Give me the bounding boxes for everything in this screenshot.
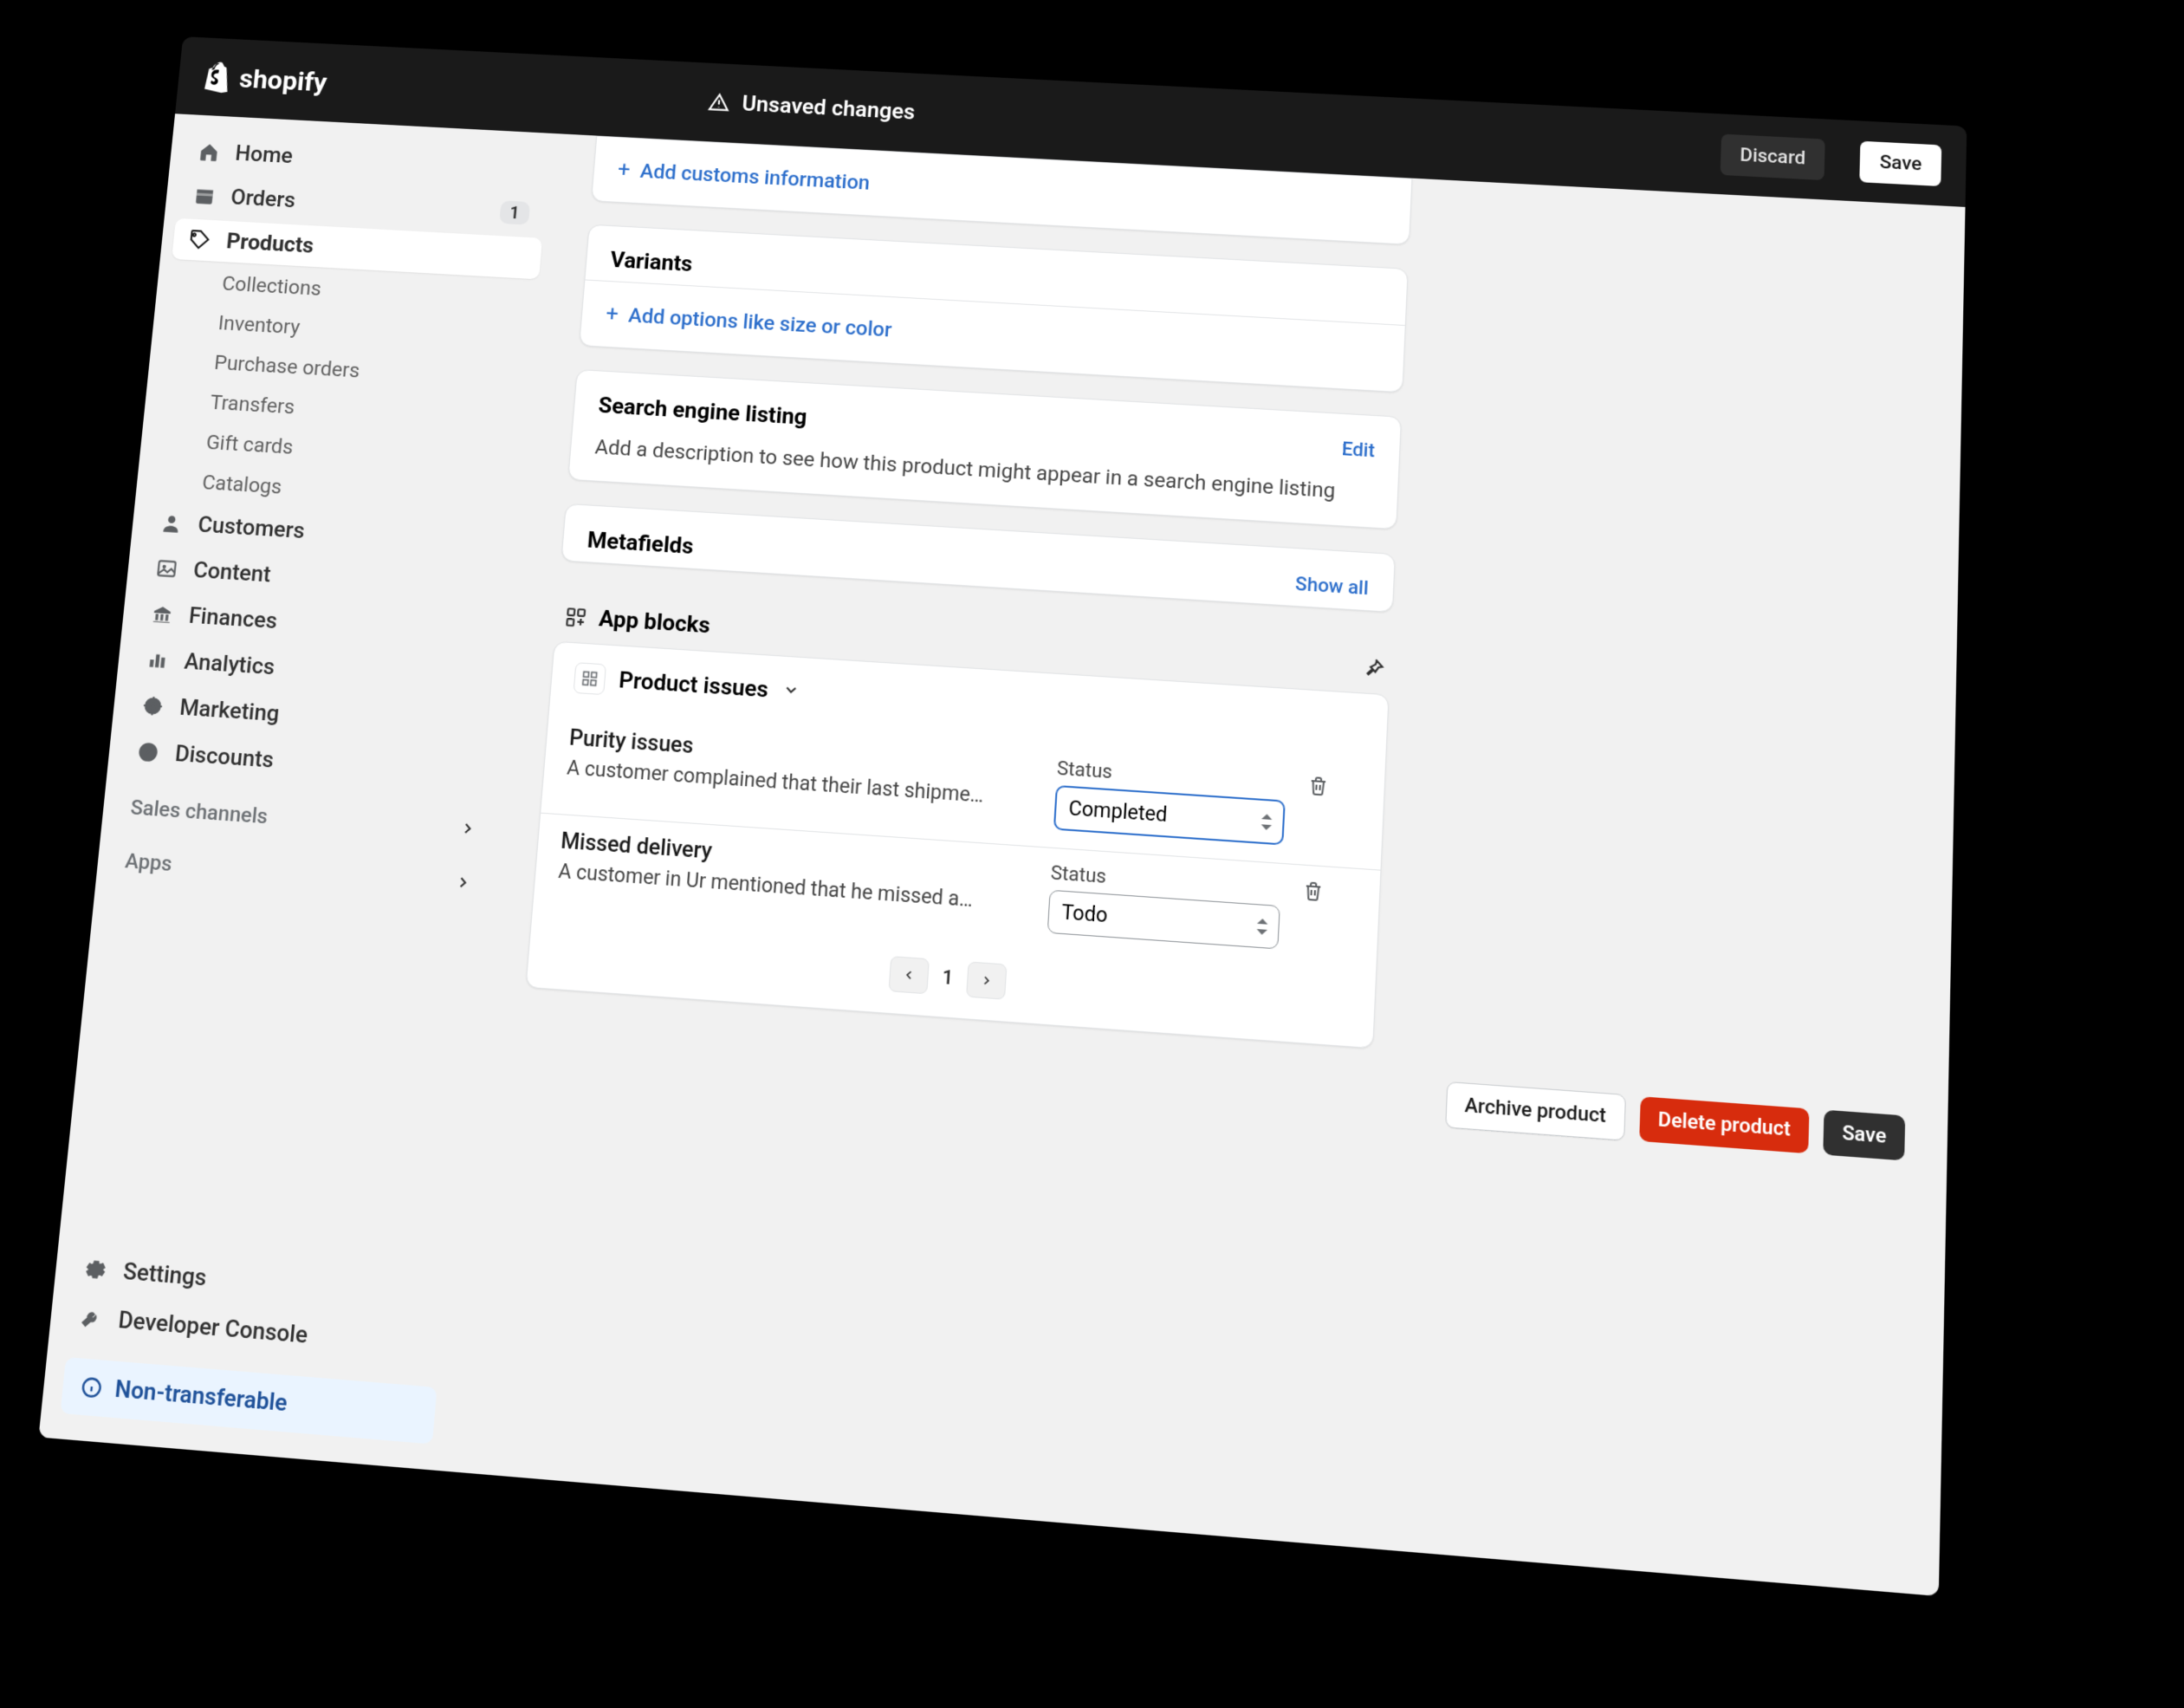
tag-icon (187, 228, 212, 252)
chevron-right-icon (453, 872, 472, 898)
home-icon (197, 140, 222, 165)
target-icon (139, 693, 165, 718)
app-block-icon (574, 662, 606, 695)
select-caret-icon (1260, 814, 1272, 830)
sidebar-heading-label: Sales channels (129, 796, 269, 829)
sidebar-item-label: Developer Console (117, 1307, 308, 1349)
sidebar-item-label: Home (234, 141, 294, 169)
sidebar-item-label: Discounts (174, 741, 275, 773)
seo-card: Search engine listing Edit Add a descrip… (567, 369, 1402, 529)
non-transferable-banner[interactable]: Non-transferable (60, 1357, 437, 1445)
next-page-button[interactable] (966, 961, 1007, 999)
info-icon (79, 1374, 104, 1400)
delete-issue-button[interactable] (1307, 775, 1362, 803)
card-title: Search engine listing (598, 393, 808, 431)
banner-label: Non-transferable (113, 1376, 288, 1418)
link-label: Add options like size or color (627, 303, 892, 341)
link-label: Add customs information (639, 159, 871, 195)
show-all-link[interactable]: Show all (1295, 574, 1369, 600)
chevron-right-icon (458, 817, 477, 842)
inbox-icon (192, 184, 217, 208)
plus-icon: + (617, 158, 632, 183)
select-caret-icon (1256, 918, 1267, 934)
save-button-top[interactable]: Save (1860, 140, 1942, 185)
sidebar-item-label: Analytics (183, 649, 275, 680)
prev-page-button[interactable] (888, 956, 929, 994)
warning-icon (708, 92, 731, 114)
app-title: Product issues (618, 667, 769, 703)
sidebar-item-label: Customers (197, 512, 306, 544)
unsaved-changes: Unsaved changes (708, 90, 916, 125)
app-blocks-icon (564, 606, 588, 629)
discount-icon (135, 739, 161, 765)
heading-label: App blocks (598, 606, 711, 639)
status-select[interactable]: Completed (1053, 785, 1286, 846)
bars-icon (145, 647, 171, 672)
sidebar-item-label: Finances (188, 603, 279, 634)
image-icon (154, 556, 180, 581)
edit-link[interactable]: Edit (1341, 438, 1375, 462)
orders-badge: 1 (499, 200, 530, 224)
pin-icon[interactable] (1362, 656, 1386, 680)
select-value: Completed (1068, 796, 1168, 827)
chevron-down-icon (781, 681, 800, 703)
discard-button[interactable]: Discard (1720, 133, 1825, 180)
logo: shopify (200, 60, 328, 99)
sidebar-heading-label: Apps (124, 848, 173, 876)
delete-issue-button[interactable] (1302, 880, 1357, 908)
unsaved-label: Unsaved changes (741, 92, 916, 126)
page-number: 1 (942, 966, 954, 990)
save-button-footer[interactable]: Save (1823, 1110, 1905, 1161)
wrench-icon (77, 1304, 104, 1331)
variants-card: Variants + Add options like size or colo… (579, 224, 1409, 393)
person-icon (159, 510, 185, 536)
archive-product-button[interactable]: Archive product (1445, 1081, 1626, 1141)
card-title: Variants (609, 248, 693, 277)
sidebar-item-label: Orders (230, 185, 296, 213)
gear-icon (82, 1256, 109, 1283)
shopify-bag-icon (200, 60, 233, 94)
card-title: Metafields (587, 528, 695, 560)
sidebar-item-label: Content (192, 558, 272, 588)
sidebar-item-label: Products (225, 229, 314, 258)
main-content: + Add customs information Variants + Add… (450, 134, 1966, 1596)
sidebar-item-label: Marketing (178, 695, 281, 727)
status-select[interactable]: Todo (1047, 890, 1280, 950)
sidebar-item-label: Settings (122, 1258, 208, 1292)
brand-name: shopify (238, 63, 328, 99)
bank-icon (149, 601, 175, 627)
delete-product-button[interactable]: Delete product (1639, 1096, 1810, 1153)
product-issues-app-card: Product issues Purity issues A customer … (525, 641, 1389, 1049)
plus-icon: + (605, 302, 619, 328)
select-value: Todo (1061, 900, 1109, 927)
